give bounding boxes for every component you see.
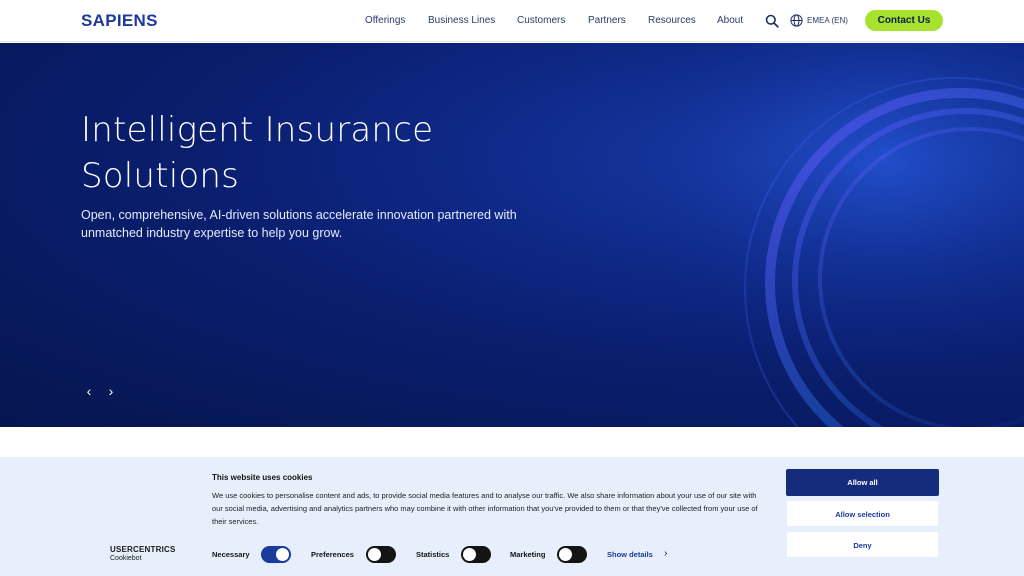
usercentrics-logo: USERCENTRICS: [110, 545, 176, 554]
cookie-description: We use cookies to personalise content an…: [212, 491, 758, 526]
preferences-toggle[interactable]: [366, 546, 396, 563]
contact-us-button[interactable]: Contact Us: [865, 10, 943, 31]
necessary-toggle[interactable]: [261, 546, 291, 563]
toggle-label-statistics: Statistics: [416, 550, 450, 559]
hero-subtitle: Open, comprehensive, AI-driven solutions…: [81, 208, 517, 240]
carousel-prev-icon[interactable]: ‹: [82, 384, 96, 398]
toggle-label-necessary: Necessary: [212, 550, 250, 559]
nav-offerings[interactable]: Offerings: [365, 15, 405, 26]
marketing-toggle[interactable]: [557, 546, 587, 563]
nav-customers[interactable]: Customers: [517, 15, 565, 26]
chevron-right-icon[interactable]: ›: [664, 548, 667, 559]
nav-business-lines[interactable]: Business Lines: [428, 15, 495, 26]
sapiens-logo[interactable]: SAPIENS: [81, 11, 158, 31]
hero-swirl-graphic: [560, 43, 1024, 427]
toggle-label-preferences: Preferences: [311, 550, 354, 559]
nav-resources[interactable]: Resources: [648, 15, 696, 26]
nav-partners[interactable]: Partners: [588, 15, 626, 26]
allow-selection-button[interactable]: Allow selection: [786, 500, 939, 527]
cookiebot-label: Cookiebot: [110, 555, 142, 562]
site-header: SAPIENS Offerings Business Lines Custome…: [0, 0, 1024, 42]
search-icon[interactable]: [765, 14, 779, 28]
hero-section: Intelligent Insurance Solutions Open, co…: [0, 43, 1024, 427]
carousel-next-icon[interactable]: ›: [104, 384, 118, 398]
language-selector[interactable]: EMEA (EN): [807, 16, 848, 25]
cookie-banner: USERCENTRICS Cookiebot This website uses…: [0, 457, 1024, 576]
hero-title: Intelligent Insurance Solutions: [81, 110, 434, 196]
toggle-label-marketing: Marketing: [510, 550, 546, 559]
deny-button[interactable]: Deny: [786, 531, 939, 558]
nav-about[interactable]: About: [717, 15, 743, 26]
statistics-toggle[interactable]: [461, 546, 491, 563]
globe-icon[interactable]: [790, 14, 803, 27]
allow-all-button[interactable]: Allow all: [786, 469, 939, 496]
cookie-title: This website uses cookies: [212, 473, 313, 482]
show-details-link[interactable]: Show details: [607, 550, 653, 559]
